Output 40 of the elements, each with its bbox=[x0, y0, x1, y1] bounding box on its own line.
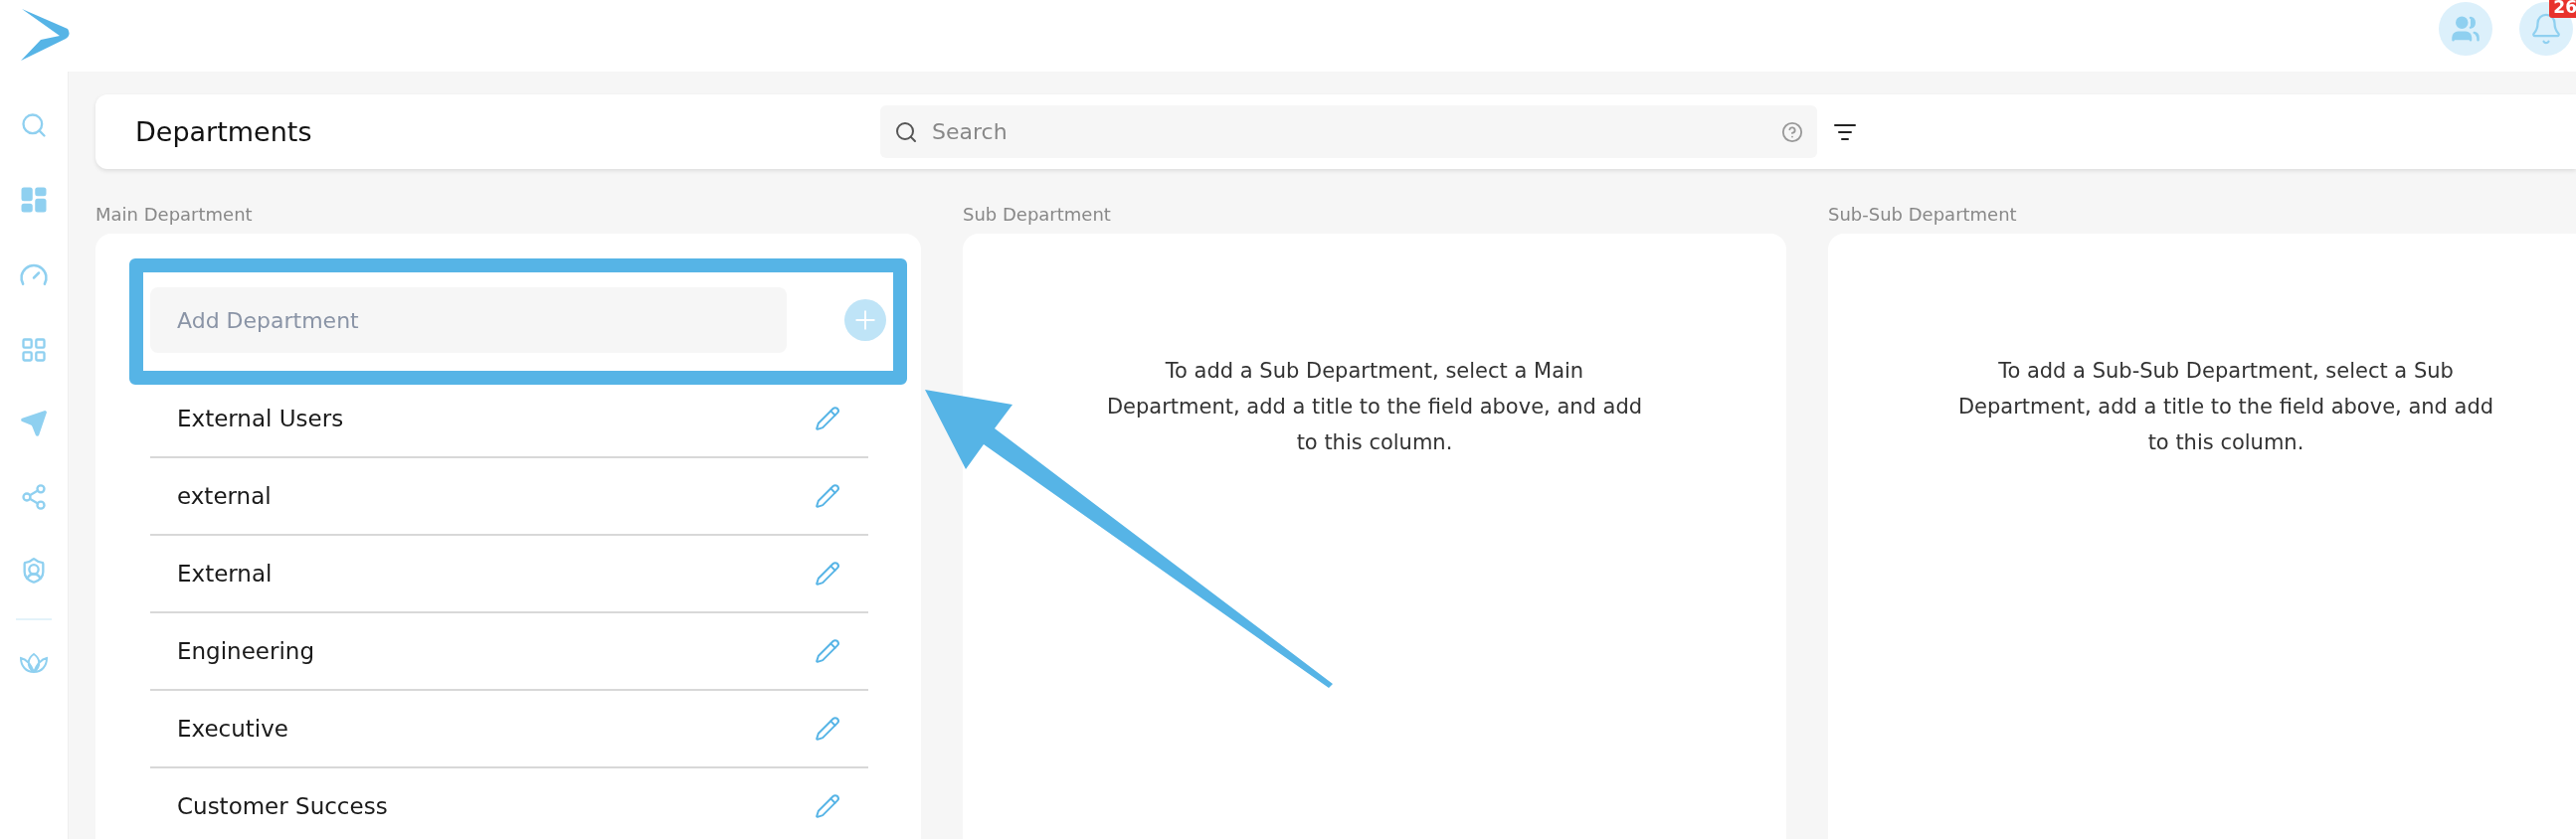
dashboard-icon[interactable] bbox=[19, 185, 49, 215]
edit-icon[interactable] bbox=[815, 793, 840, 819]
department-name: external bbox=[177, 483, 272, 509]
help-icon[interactable] bbox=[1781, 120, 1803, 143]
edit-icon[interactable] bbox=[815, 406, 840, 431]
grid-icon[interactable] bbox=[20, 336, 48, 364]
edit-icon[interactable] bbox=[815, 638, 840, 664]
column-label: Sub Department bbox=[963, 204, 1112, 227]
edit-icon[interactable] bbox=[815, 716, 840, 742]
department-name: External bbox=[177, 561, 273, 587]
search-bar[interactable]: Search bbox=[880, 105, 1817, 158]
add-button[interactable] bbox=[844, 299, 886, 341]
team-button[interactable] bbox=[2439, 2, 2492, 56]
column-label: Main Department bbox=[95, 204, 254, 227]
department-row[interactable]: external bbox=[150, 458, 868, 536]
people-icon bbox=[2451, 14, 2481, 44]
search-icon bbox=[894, 119, 918, 144]
page-title: Departments bbox=[135, 116, 313, 147]
department-name: Engineering bbox=[177, 638, 314, 664]
department-row[interactable]: Executive bbox=[150, 691, 868, 768]
department-row[interactable]: Customer Success bbox=[150, 768, 868, 839]
department-name: Customer Success bbox=[177, 793, 388, 819]
search-icon[interactable] bbox=[20, 111, 48, 139]
lotus-icon bbox=[20, 652, 48, 674]
bell-icon bbox=[2529, 12, 2563, 46]
department-name: External Users bbox=[177, 406, 344, 431]
department-name: Executive bbox=[177, 716, 288, 742]
department-row[interactable]: Engineering bbox=[150, 613, 868, 691]
send-icon[interactable] bbox=[20, 410, 48, 437]
empty-message: To add a Sub Department, select a Main Department, add a title to the field above, and add to this column. bbox=[1105, 358, 1644, 456]
edit-icon[interactable] bbox=[815, 561, 840, 587]
column-label: Sub-Sub Department bbox=[1828, 204, 2018, 227]
empty-message: To add a Sub-Sub Department, select a Sub Department, add a title to the field above, and add to this column. bbox=[1956, 358, 2495, 456]
notification-badge: 26 bbox=[2549, 0, 2576, 18]
department-row[interactable]: External Users bbox=[150, 381, 868, 458]
department-row[interactable]: External bbox=[150, 536, 868, 613]
search-field[interactable]: Search bbox=[930, 118, 1769, 145]
share-icon[interactable] bbox=[20, 483, 48, 511]
edit-icon[interactable] bbox=[815, 483, 840, 509]
add-department-field[interactable]: Add Department bbox=[150, 287, 787, 353]
